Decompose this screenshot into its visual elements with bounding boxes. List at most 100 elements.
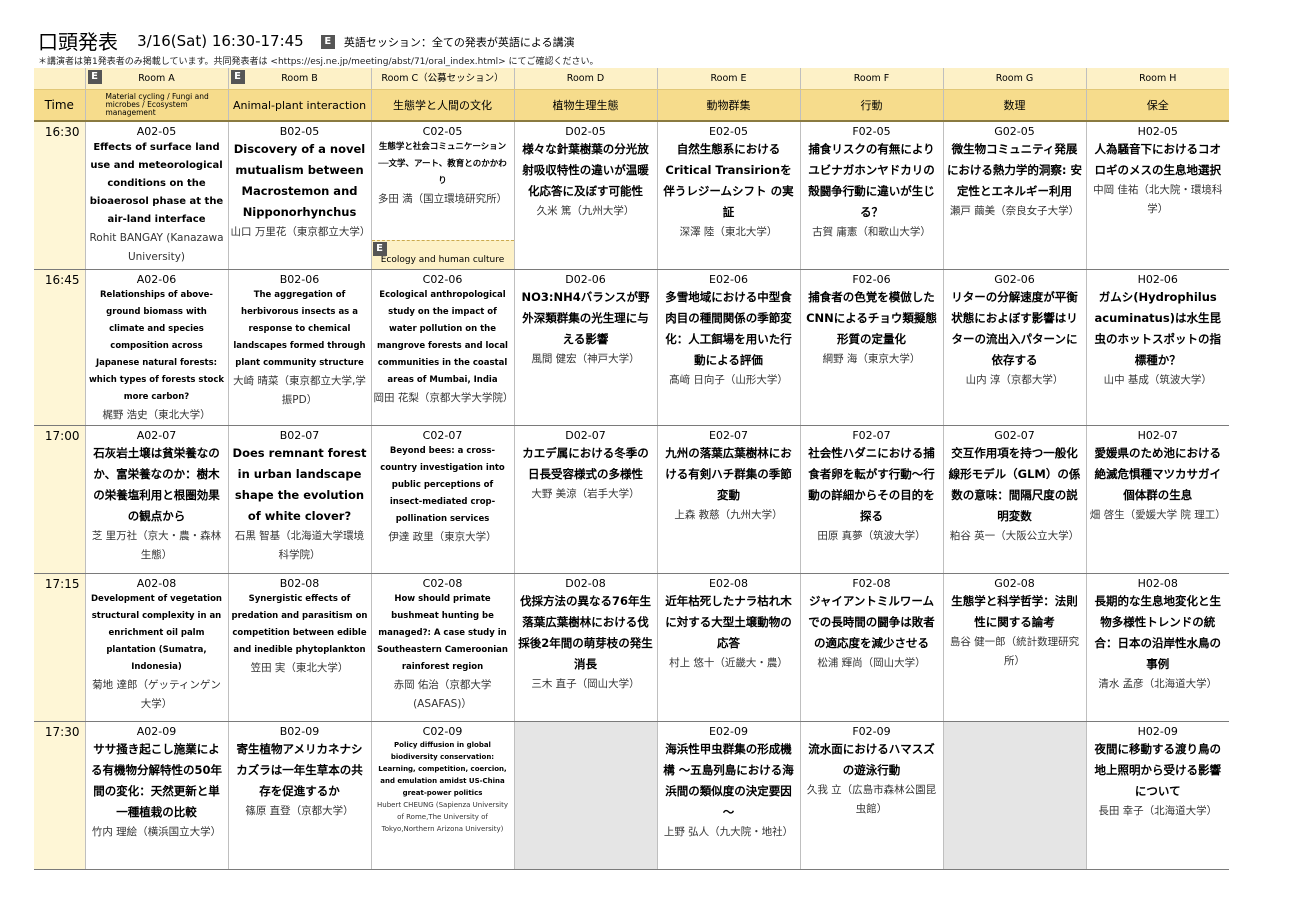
room-header-row: E Room A E Room B Room C（公募セッション） Room D Room … xyxy=(34,68,1229,90)
talk-author: 上野 弘人（九大院・地社） xyxy=(663,826,794,838)
talk-title: 近年枯死したナラ枯れ木に対する大型土壌動物の応答 xyxy=(665,594,792,650)
talk-code: F02-06 xyxy=(852,273,891,286)
talk-cell[interactable]: H02-08 長期的な生息地変化と生物多様性トレンドの統合：日本の沿岸性水鳥の事例… xyxy=(1085,573,1229,722)
talk-cell[interactable]: D02-07 カエデ属における冬季の日長受容様式の多様性 大野 美涼（岩手大学） xyxy=(513,425,657,574)
talk-code: G02-08 xyxy=(994,577,1035,590)
talk-cell[interactable]: B02-07 Does remnant forest in urban lands… xyxy=(227,425,371,574)
talk-code: E02-05 xyxy=(709,125,748,138)
talk-cell[interactable]: F02-08 ジャイアントミルワームでの長時間の闘争は敗者の適応度を減少させる松浦… xyxy=(799,573,943,722)
talk-cell[interactable]: C02-05 生態学と社会コミュニケーション──文学、アート、教育とのかかわり 多田… xyxy=(370,121,514,270)
talk-cell[interactable]: E02-08 近年枯死したナラ枯れ木に対する大型土壌動物の応答 村上 悠十（近畿大・… xyxy=(656,573,800,722)
talk-cell[interactable]: E02-06 多雪地域における中型食肉目の種間関係の季節変化：人工餌場を用いた行動… xyxy=(656,269,800,426)
room-header: Room C（公募セッション） xyxy=(370,68,514,90)
talk-cell[interactable]: B02-09 寄生植物アメリカネナシカズラは一年生草本の共存を促進するか 篠原 直登… xyxy=(227,721,371,870)
talk-cell[interactable]: C02-06 Ecological anthropological study o… xyxy=(370,269,514,426)
talk-cell[interactable]: E02-05 自然生態系における Critical Transirionを伴うレジ… xyxy=(656,121,800,270)
talk-cell[interactable]: A02-06 Relationships of above-ground biom… xyxy=(84,269,228,426)
talk-cell[interactable]: D02-06 NO3:NH4バランスが野外深類群集の光生理に与える影響 風間 健宏（… xyxy=(513,269,657,426)
talk-author: 篠原 直登（京都大学） xyxy=(245,805,354,817)
talk-code: C02-08 xyxy=(422,577,463,590)
talk-code: C02-09 xyxy=(422,725,463,738)
talk-title: 長期的な生息地変化と生物多様性トレンドの統合：日本の沿岸性水鳥の事例 xyxy=(1094,594,1222,671)
talk-cell[interactable]: C02-07 Beyond bees: a cross-country inves… xyxy=(370,425,514,574)
talk-cell[interactable]: H02-09 夜間に移動する渡り鳥の地上照明から受ける影響について 長田 幸子（北海… xyxy=(1085,721,1229,870)
talk-cell[interactable]: A02-08 Development of vegetation structur… xyxy=(84,573,228,722)
talk-code: G02-05 xyxy=(994,125,1035,138)
talk-cell[interactable]: B02-05 Discovery of a novel mutualism bet… xyxy=(227,121,371,270)
talk-cell[interactable]: E02-09 海浜性甲虫群集の形成機構 ～五島列島における海浜間の類似度の決定要因… xyxy=(656,721,800,870)
talk-cell[interactable]: D02-08 伐採方法の異なる76年生落葉広葉樹林における伐採後2年間の萌芽枝の発… xyxy=(513,573,657,722)
talk-cell[interactable]: B02-06 The aggregation of herbivorous ins… xyxy=(227,269,371,426)
slot-time: 16:45 xyxy=(34,269,85,426)
talk-cell[interactable]: B02-08 Synergistic effects of predation a… xyxy=(227,573,371,722)
talk-title: 夜間に移動する渡り鳥の地上照明から受ける影響について xyxy=(1094,742,1222,798)
room-header: Room F xyxy=(799,68,943,90)
schedule-table: E Room A E Room B Room C（公募セッション） Room D Room … xyxy=(34,68,1229,870)
talk-code: F02-08 xyxy=(852,577,891,590)
talk-cell[interactable]: G02-07 交互作用項を持つ一般化線形モデル（GLM）の係数の意味：間隔尺度の説… xyxy=(942,425,1086,574)
talk-code: A02-06 xyxy=(136,273,177,286)
talk-title: 人為騒音下におけるコオロギのメスの生息地選択 xyxy=(1094,142,1222,177)
talk-author: 松浦 輝尚（岡山大学） xyxy=(817,657,926,669)
talk-code: H02-08 xyxy=(1137,577,1178,590)
talk-title: Beyond bees: a cross-country investigati… xyxy=(380,446,505,524)
talk-title: Development of vegetation structural com… xyxy=(91,594,222,672)
talk-cell[interactable]: G02-08 生態学と科学哲学：法則性に関する論考 島谷 健一郎（統計数理研究所） xyxy=(942,573,1086,722)
talk-cell[interactable]: C02-08 How should primate bushmeat huntin… xyxy=(370,573,514,722)
slot-time: 16:30 xyxy=(34,121,85,270)
talk-title: 愛媛県のため池における絶滅危惧種マツカサガイ個体群の生息 xyxy=(1094,446,1222,502)
talk-author: 赤岡 佑治（京都大学 (ASAFAS)） xyxy=(393,679,492,710)
talk-title: Does remnant forest in urban landscape s… xyxy=(232,446,367,523)
talk-author: 山口 万里花（東京都立大学） xyxy=(230,226,371,238)
talk-code: A02-05 xyxy=(136,125,177,138)
talk-cell[interactable]: E02-07 九州の落葉広葉樹林における有剣ハチ群集の季節変動 上森 教慈（九州大学… xyxy=(656,425,800,574)
talk-author: 深澤 陸（東北大学） xyxy=(679,226,778,238)
talk-title: Relationships of above-ground biomass wi… xyxy=(88,290,225,402)
talk-title: 微生物コミュニティ発展における熱力学的洞察: 安定性とエネルギー利用 xyxy=(946,142,1083,198)
talk-code: B02-08 xyxy=(279,577,320,590)
talk-cell[interactable]: F02-07 社会性ハダニにおける捕食者卵を転がす行動～行動の詳細からその目的を探… xyxy=(799,425,943,574)
talk-title: 多雪地域における中型食肉目の種間関係の季節変化：人工餌場を用いた行動による評価 xyxy=(665,290,792,367)
talk-author: 久米 篤（九州大学） xyxy=(536,205,635,217)
talk-code: C02-07 xyxy=(422,429,463,442)
talk-cell[interactable]: H02-07 愛媛県のため池における絶滅危惧種マツカサガイ個体群の生息畑 啓生（愛… xyxy=(1085,425,1229,574)
talk-author: 田原 真夢（筑波大学） xyxy=(817,530,926,542)
talk-author: Hubert CHEUNG (Sapienza University of Ro… xyxy=(377,801,508,833)
talk-cell[interactable]: A02-05 Effects of surface land use and me… xyxy=(84,121,228,270)
field-header-row: Time Material cycling / Fungi and microb… xyxy=(34,89,1229,122)
talk-cell[interactable]: D02-05 様々な針葉樹葉の分光放射吸収特性の違いが温暖化応答に及ぼす可能性 久米… xyxy=(513,121,657,270)
talk-title: NO3:NH4バランスが野外深類群集の光生理に与える影響 xyxy=(521,290,650,346)
talk-author: 髙﨑 日向子（山形大学） xyxy=(669,374,788,386)
talk-cell[interactable]: F02-06 捕食者の色覚を模倣したCNNによるチョウ類擬態形質の定量化 綱野 海（… xyxy=(799,269,943,426)
talk-cell[interactable]: A02-09 ササ掻き起こし施業による有機物分解特性の50年間の変化：天然更新と単… xyxy=(84,721,228,870)
talk-cell[interactable]: G02-05 微生物コミュニティ発展における熱力学的洞察: 安定性とエネルギー利用… xyxy=(942,121,1086,270)
room-field: 動物群集 xyxy=(656,89,800,122)
talk-title: 様々な針葉樹葉の分光放射吸収特性の違いが温暖化応答に及ぼす可能性 xyxy=(522,142,649,198)
talk-cell[interactable]: F02-09 流水面におけるハマスズの遊泳行動 久我 立（広島市森林公園昆虫館） xyxy=(799,721,943,870)
talk-author: 石黒 智基（北海道大学環境科学院） xyxy=(234,530,365,561)
slot-time: 17:00 xyxy=(34,425,85,574)
talk-title: 捕食リスクの有無によりユビナガホンヤドカリの殻闘争行動に違いが生じる？ xyxy=(808,142,935,219)
talk-title: ジャイアントミルワームでの長時間の闘争は敗者の適応度を減少させる xyxy=(808,594,935,650)
english-badge-icon: E xyxy=(320,34,335,49)
talk-title: Ecological anthropological study on the … xyxy=(377,290,508,385)
talk-code: E02-08 xyxy=(709,577,748,590)
talk-cell[interactable]: C02-09 Policy diffusion in global biodive… xyxy=(370,721,514,870)
talk-author: 伊達 政里（東京大学） xyxy=(388,531,497,543)
talk-code: B02-05 xyxy=(279,125,320,138)
talk-author: 島谷 健一郎（統計数理研究所） xyxy=(949,636,1080,667)
talk-author: 綱野 海（東京大学） xyxy=(822,353,921,365)
english-badge-icon: E xyxy=(87,70,102,84)
page-header: 口頭発表 3/16(Sat) 16:30-17:45 E 英語セッション：全ての… xyxy=(38,26,575,54)
room-name: Room C（公募セッション） xyxy=(381,73,504,84)
talk-cell[interactable]: H02-06 ガムシ(Hydrophilus acuminatus)は水生昆虫のホ… xyxy=(1085,269,1229,426)
talk-cell[interactable]: G02-06 リターの分解速度が平衡状態におよぼす影響はリターの流出入パターンに依… xyxy=(942,269,1086,426)
room-field: Material cycling / Fungi and microbes / … xyxy=(84,89,228,122)
talk-cell[interactable]: A02-07 石灰岩土壌は貧栄養なのか、富栄養なのか：樹木の栄養塩利用と根圏効果の… xyxy=(84,425,228,574)
room-header: E Room A xyxy=(84,68,228,90)
talk-cell[interactable]: H02-05 人為騒音下におけるコオロギのメスの生息地選択 中岡 佳祐（北大院・環境… xyxy=(1085,121,1229,270)
room-field: 数理 xyxy=(942,89,1086,122)
empty-slot xyxy=(942,721,1086,870)
talk-cell[interactable]: F02-05 捕食リスクの有無によりユビナガホンヤドカリの殻闘争行動に違いが生じる… xyxy=(799,121,943,270)
time-header: Time xyxy=(34,89,85,122)
